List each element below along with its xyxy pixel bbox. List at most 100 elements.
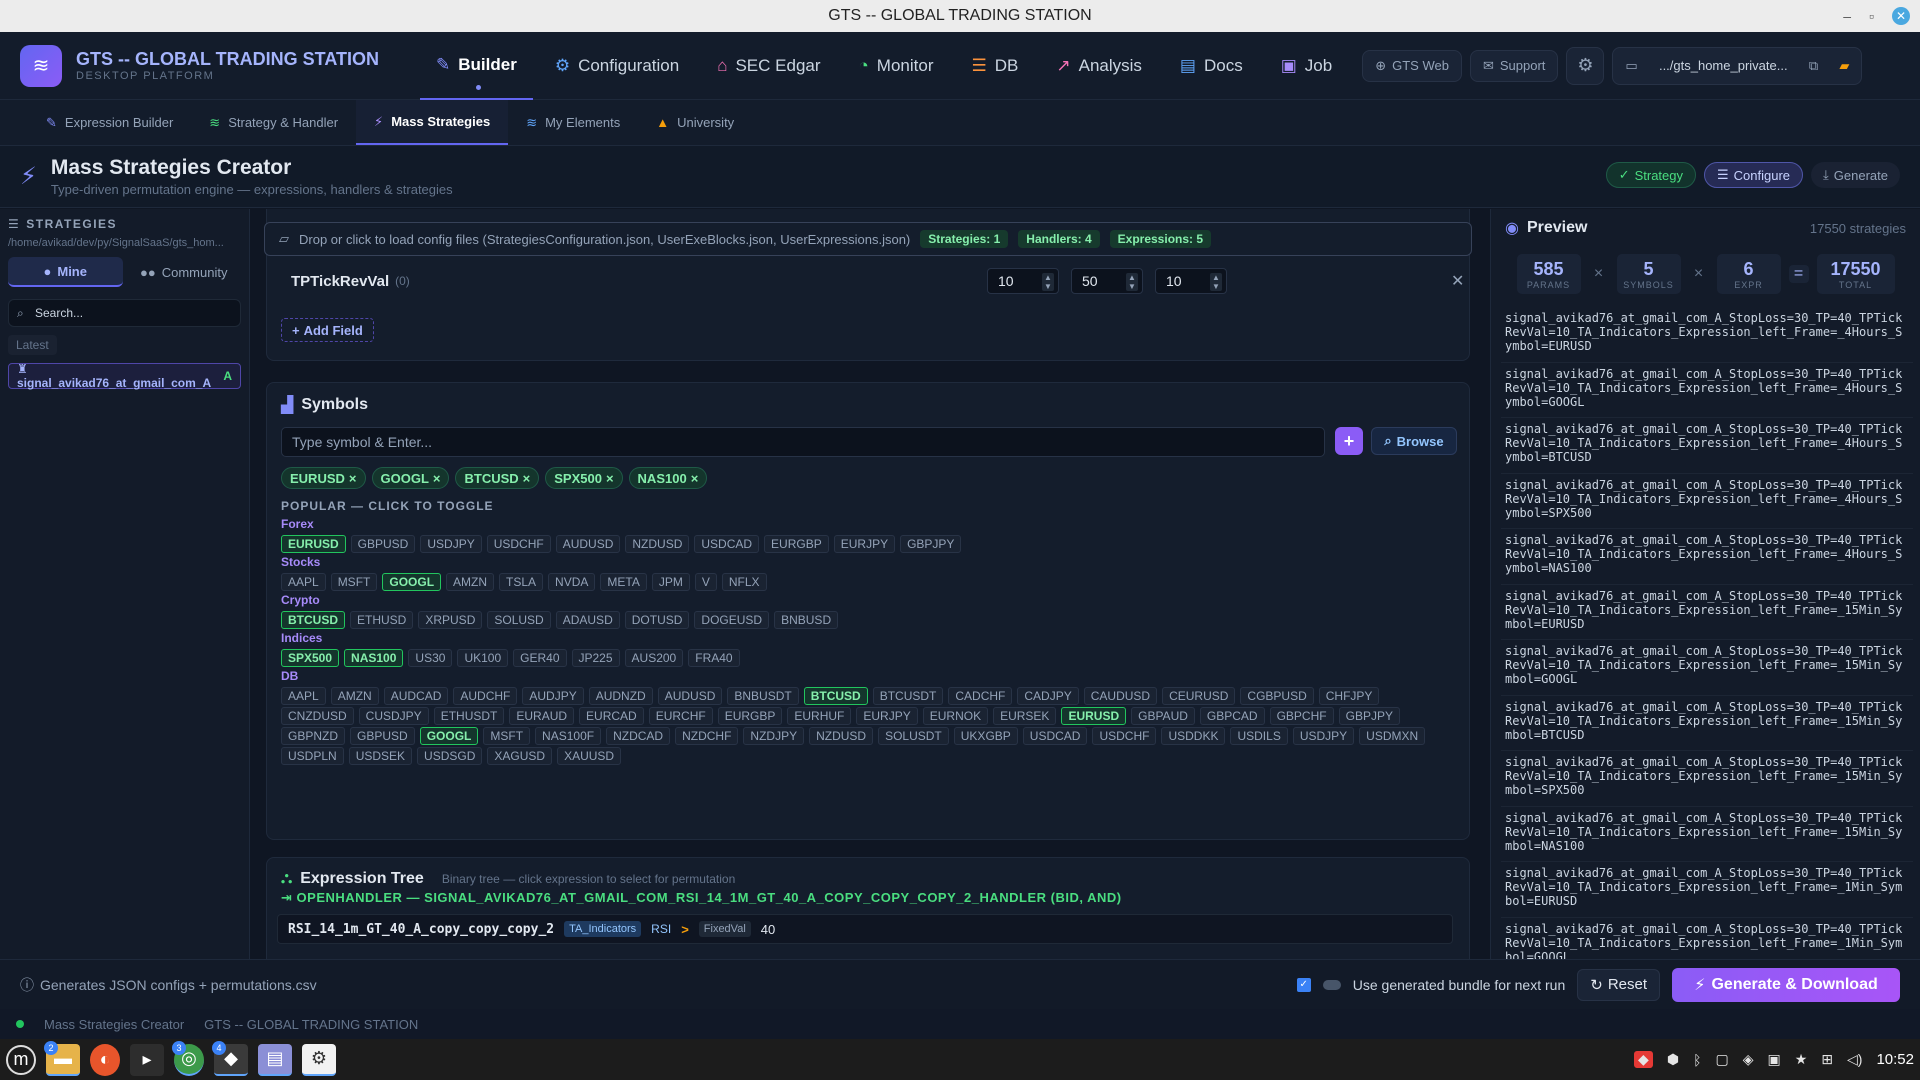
preview-list[interactable]: signal_avikad76_at_gmail_com_A_StopLoss=… [1501, 307, 1913, 959]
symbol-chip[interactable]: CHFJPY [1318, 687, 1380, 705]
selected-symbol-tag[interactable]: EURUSD × [281, 467, 366, 489]
symbol-chip[interactable]: GBPUSD [350, 535, 416, 553]
chrome-icon[interactable]: 3 ◎ [172, 1040, 204, 1076]
sort-latest[interactable]: Latest [8, 335, 57, 355]
symbol-chip[interactable]: USDCHF [1092, 727, 1157, 745]
symbol-chip[interactable]: NZDJPY [743, 727, 805, 745]
files-icon[interactable]: 2 ▬ [44, 1040, 80, 1076]
nav-docs[interactable]: ▤ Docs [1164, 32, 1259, 100]
symbol-chip[interactable]: USDPLN [281, 747, 344, 765]
shield-icon[interactable]: ⬢ [1667, 1051, 1679, 1068]
symbol-chip[interactable]: GBPJPY [1338, 707, 1400, 725]
symbol-chip[interactable]: GBPAUD [1131, 707, 1195, 725]
gts-app-icon[interactable]: ⚙ [302, 1043, 336, 1076]
nav-job[interactable]: ▣ Job [1265, 32, 1348, 100]
symbol-chip[interactable]: USDSGD [417, 747, 483, 765]
symbol-chip[interactable]: EURAUD [509, 707, 575, 725]
symbol-chip[interactable]: GBPCHF [1269, 707, 1334, 725]
symbol-chip[interactable]: AAPL [281, 687, 326, 705]
symbol-chip[interactable]: USDDKK [1161, 727, 1226, 745]
symbol-chip[interactable]: NVDA [548, 573, 596, 591]
selected-symbol-tag[interactable]: GOOGL × [371, 467, 450, 489]
symbol-chip[interactable]: CADCHF [948, 687, 1013, 705]
symbol-chip[interactable]: BTCUSD [281, 611, 345, 629]
update-icon[interactable]: ▣ [1767, 1051, 1780, 1068]
symbol-chip[interactable]: SOLUSDT [878, 727, 949, 745]
notes-icon[interactable]: ▤ [258, 1043, 292, 1076]
symbol-chip[interactable]: GOOGL [419, 727, 479, 745]
expression-node[interactable]: RSI_14_1m_GT_40_A_copy_copy_copy_2 TA_In… [277, 914, 1453, 944]
symbol-chip[interactable]: FRA40 [688, 649, 740, 667]
selected-symbol-tag[interactable]: BTCUSD × [455, 467, 540, 489]
symbol-chip[interactable]: AMZN [446, 573, 495, 591]
generate-download-button[interactable]: ⚡ Generate & Download [1672, 967, 1900, 1002]
symbol-chip[interactable]: AUDUSD [657, 687, 723, 705]
symbol-chip[interactable]: NAS100 [344, 649, 404, 667]
symbol-chip[interactable]: EURCHF [648, 707, 713, 725]
symbol-chip[interactable]: CGBPUSD [1240, 687, 1314, 705]
security-icon[interactable]: ◈ [1743, 1051, 1754, 1068]
minimize-icon[interactable]: – [1843, 8, 1851, 24]
symbol-chip[interactable]: NZDCHF [675, 727, 739, 745]
symbol-chip[interactable]: DOGEUSD [694, 611, 770, 629]
nav-sec-edgar[interactable]: ⌂ SEC Edgar [701, 32, 836, 100]
symbol-chip[interactable]: ADAUSD [555, 611, 620, 629]
symbol-chip[interactable]: BNBUSD [774, 611, 839, 629]
tab-my-elements[interactable]: ≋ My Elements [508, 100, 638, 145]
symbol-chip[interactable]: AUDUSD [555, 535, 621, 553]
tab-expression-builder[interactable]: ✎ Expression Builder [28, 100, 191, 145]
symbol-chip[interactable]: XRPUSD [418, 611, 483, 629]
search-input[interactable]: Search... [35, 306, 83, 320]
symbol-chip[interactable]: AUDJPY [522, 687, 584, 705]
symbol-chip[interactable]: EURUSD [1061, 707, 1127, 725]
support-button[interactable]: ✉ Support [1469, 49, 1559, 82]
star-icon[interactable]: ★ [1795, 1051, 1808, 1068]
symbol-chip[interactable]: USDCAD [1022, 727, 1088, 745]
tab-university[interactable]: ▲ University [638, 100, 752, 145]
symbol-chip[interactable]: AUDCAD [383, 687, 449, 705]
firefox-icon[interactable]: ◐ [90, 1043, 120, 1076]
symbol-chip[interactable]: AUS200 [624, 649, 684, 667]
symbol-chip[interactable]: AMZN [330, 687, 379, 705]
tab-strategy-handler[interactable]: ≋ Strategy & Handler [191, 100, 356, 145]
remove-field-icon[interactable]: ✕ [1451, 271, 1464, 291]
symbol-chip[interactable]: ETHUSDT [433, 707, 505, 725]
step-strategy[interactable]: ✓ Strategy [1605, 162, 1697, 188]
nav-configuration[interactable]: ⚙ Configuration [539, 32, 695, 100]
terminal-icon[interactable]: ▸ [130, 1043, 164, 1076]
symbol-chip[interactable]: CADJPY [1017, 687, 1079, 705]
symbol-chip[interactable]: EURHUF [787, 707, 852, 725]
tab-mass-strategies[interactable]: ⚡ Mass Strategies [356, 100, 509, 145]
symbol-chip[interactable]: CEURUSD [1162, 687, 1236, 705]
folder-open-icon[interactable]: ▰ [1839, 58, 1849, 74]
symbol-chip[interactable]: XAUUSD [557, 747, 622, 765]
settings-button[interactable]: ⚙ [1566, 46, 1605, 85]
symbol-chip[interactable]: EURJPY [833, 535, 896, 553]
symbol-chip[interactable]: US30 [408, 649, 453, 667]
clipboard-icon[interactable]: ▢ [1715, 1051, 1728, 1068]
symbol-chip[interactable]: EURNOK [922, 707, 989, 725]
config-dropzone[interactable]: ▱ Drop or click to load config files (St… [264, 222, 1472, 256]
add-symbol-button[interactable]: + [1335, 427, 1363, 455]
symbol-chip[interactable]: SPX500 [281, 649, 340, 667]
symbol-chip[interactable]: CAUDUSD [1083, 687, 1158, 705]
use-bundle-toggle[interactable] [1322, 979, 1341, 990]
gts-web-button[interactable]: ⊕ GTS Web [1362, 49, 1462, 82]
nav-monitor[interactable]: ◔ Monitor [843, 32, 950, 100]
symbol-chip[interactable]: AAPL [281, 573, 326, 591]
symbol-chip[interactable]: EURJPY [856, 707, 918, 725]
symbol-chip[interactable]: EURCAD [579, 707, 644, 725]
nav-db[interactable]: ☰ DB [955, 32, 1034, 100]
spinner-icon[interactable]: ▲ ▼ [1210, 273, 1222, 291]
symbol-chip[interactable]: BTCUSD [803, 687, 868, 705]
symbol-input[interactable]: Type symbol & Enter... [281, 427, 1325, 457]
symbol-chip[interactable]: GER40 [513, 649, 567, 667]
symbol-chip[interactable]: USDJPY [420, 535, 482, 553]
symbol-chip[interactable]: UKXGBP [953, 727, 1018, 745]
symbol-chip[interactable]: EURUSD [281, 535, 346, 553]
step-configure[interactable]: ☰ Configure [1704, 162, 1804, 188]
symbol-chip[interactable]: JP225 [571, 649, 620, 667]
field-end-input[interactable]: 50 ▲ ▼ [1071, 268, 1143, 294]
strategy-item[interactable]: ♜ signal_avikad76_at_gmail_com_A A [8, 362, 241, 390]
bluetooth-icon[interactable]: ᛒ [1693, 1052, 1701, 1068]
